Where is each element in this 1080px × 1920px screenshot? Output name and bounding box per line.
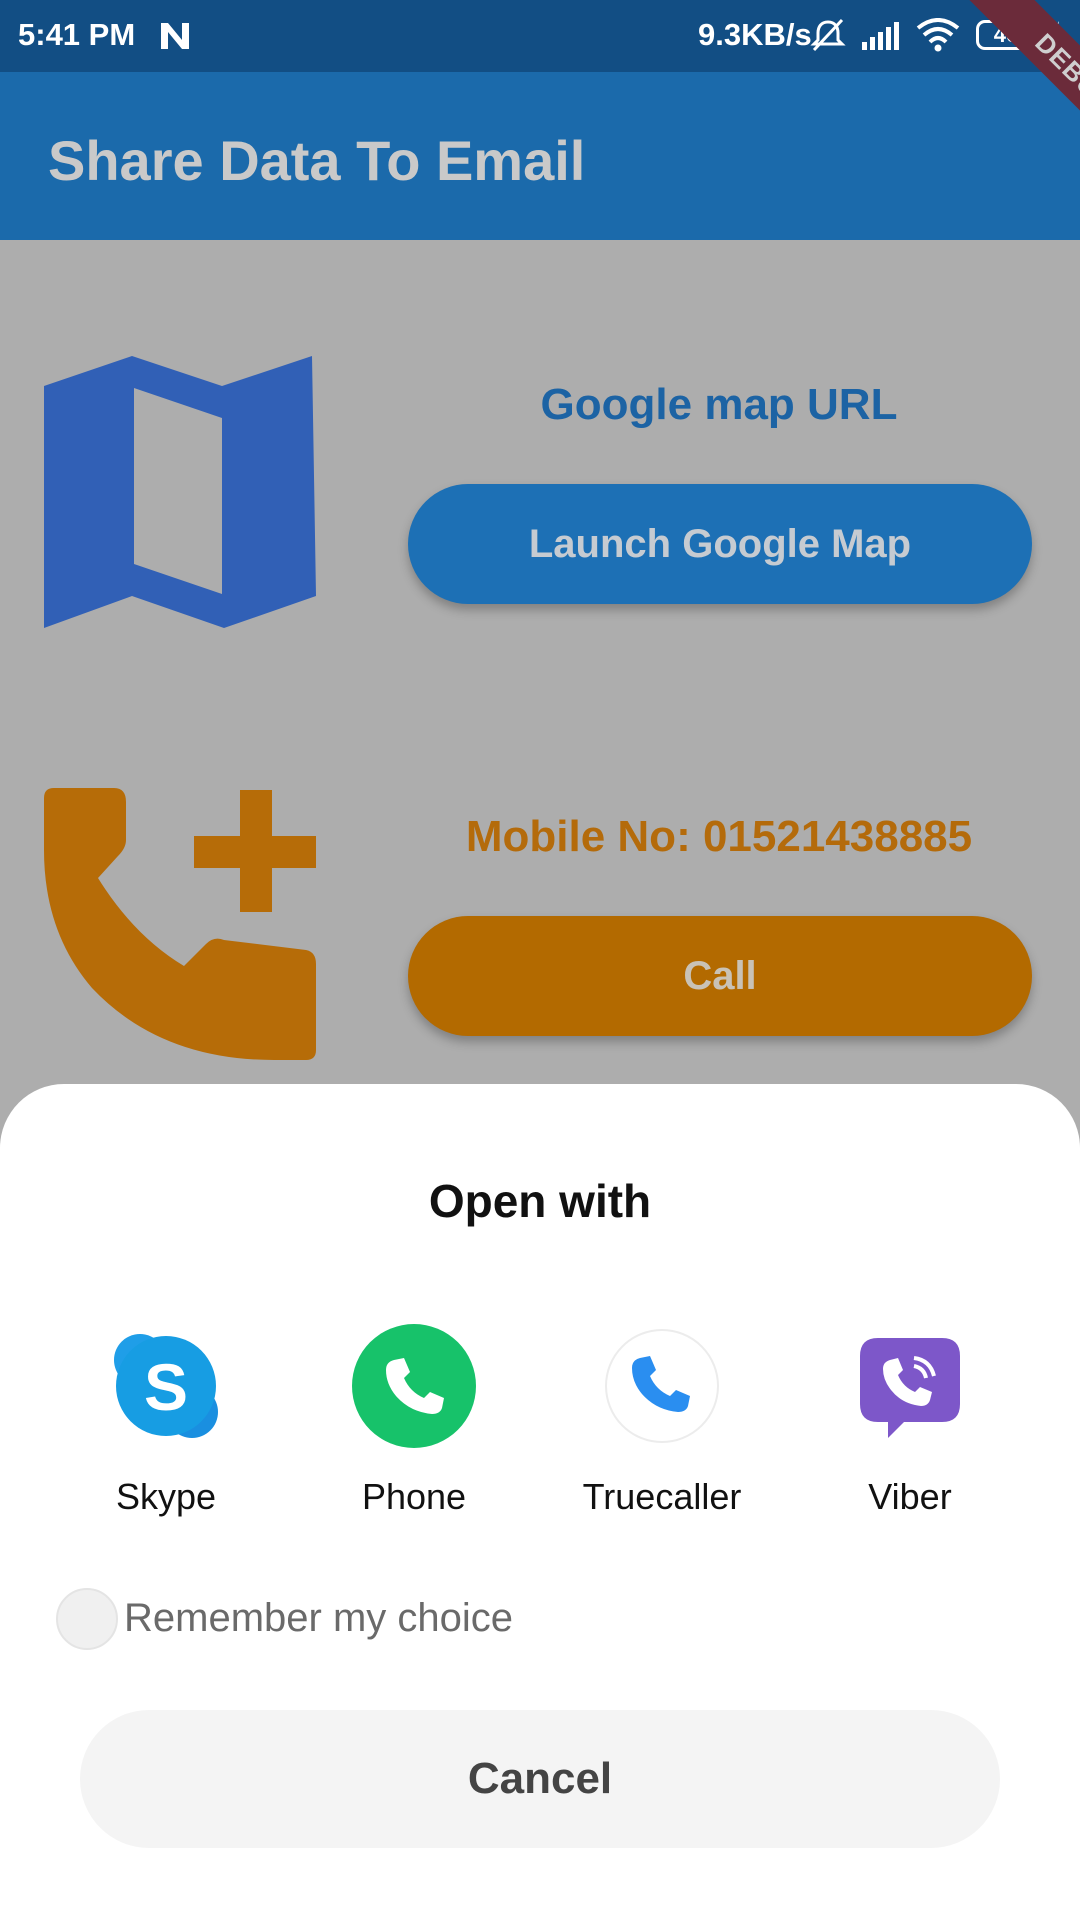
svg-text:S: S [144, 1350, 188, 1424]
call-button[interactable]: Call [408, 916, 1032, 1036]
open-with-sheet: Open with S Skype Phone Truecaller Viber… [0, 1084, 1080, 1920]
sheet-title: Open with [428, 1175, 652, 1227]
app-label-truecaller: Truecaller [582, 1476, 742, 1517]
google-map-url-label: Google map URL [540, 380, 898, 429]
page-title: Share Data To Email [48, 129, 586, 192]
remember-choice-label[interactable]: Remember my choice [124, 1596, 513, 1641]
map-icon [44, 356, 316, 628]
remember-choice-checkbox[interactable] [56, 1588, 118, 1650]
skype-icon: S [114, 1334, 218, 1438]
app-option-phone[interactable]: Phone [290, 1324, 538, 1544]
launch-google-map-button[interactable]: Launch Google Map [408, 484, 1032, 604]
n-logo-icon [161, 23, 189, 49]
mobile-number-label: Mobile No: 01521438885 [465, 812, 973, 861]
app-option-truecaller[interactable]: Truecaller [538, 1324, 786, 1544]
app-label-viber: Viber [868, 1476, 952, 1517]
add-call-icon [44, 788, 316, 1060]
truecaller-icon [605, 1329, 719, 1443]
app-option-viber[interactable]: Viber [786, 1324, 1034, 1544]
app-label-skype: Skype [115, 1476, 217, 1517]
app-bar: Share Data To Email [0, 72, 1080, 240]
status-time: 5:41 PM [18, 17, 136, 52]
network-speed: 9.3KB/s [698, 17, 812, 52]
app-option-skype[interactable]: S Skype [42, 1324, 290, 1544]
wifi-icon [916, 18, 960, 52]
viber-icon [860, 1338, 960, 1438]
cancel-button[interactable]: Cancel [80, 1710, 1000, 1848]
status-bar: 5:41 PM 9.3KB/s 46 [0, 0, 1080, 72]
app-list: S Skype Phone Truecaller Viber [0, 1324, 1080, 1544]
mute-icon [810, 18, 846, 52]
phone-app-icon [352, 1324, 476, 1448]
signal-icon [862, 22, 899, 50]
app-label-phone: Phone [361, 1476, 467, 1517]
